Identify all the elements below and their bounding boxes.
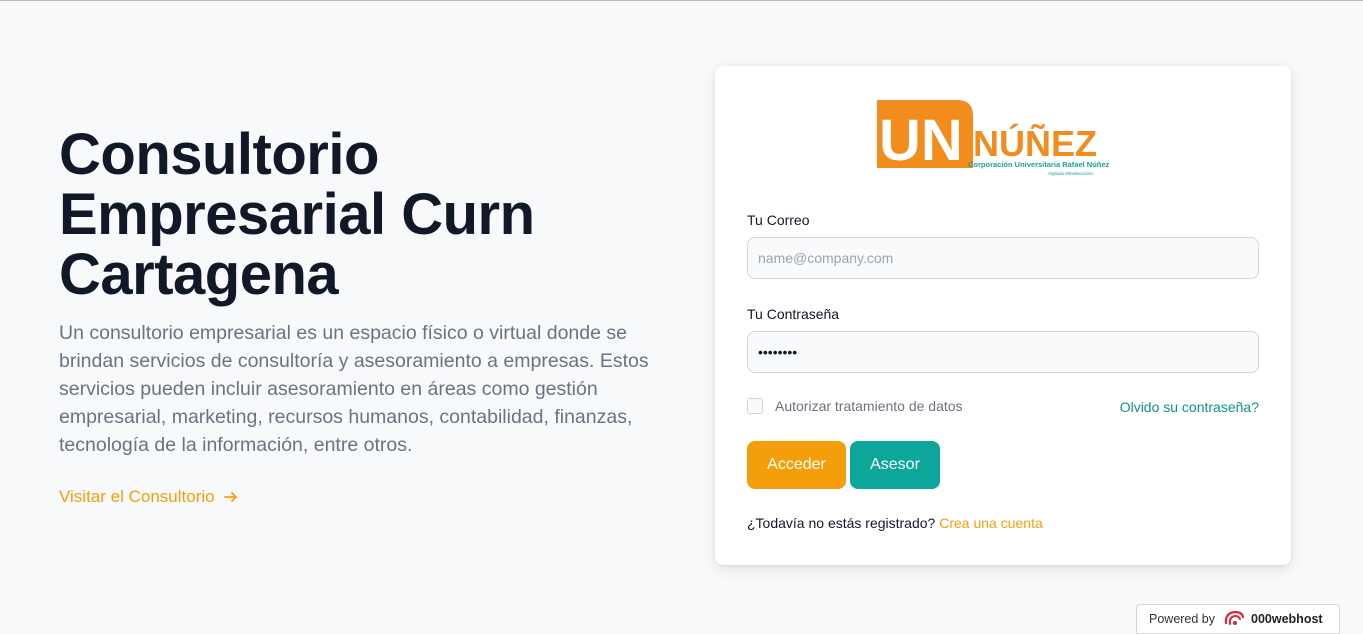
create-account-link[interactable]: Crea una cuenta bbox=[939, 515, 1043, 531]
acceder-button[interactable]: Acceder bbox=[747, 441, 846, 489]
webhost-brand: 000webhost bbox=[1251, 612, 1323, 626]
register-prompt: ¿Todavía no estás registrado? Crea una c… bbox=[747, 515, 1043, 531]
email-field[interactable] bbox=[747, 237, 1259, 279]
password-field[interactable] bbox=[747, 331, 1259, 373]
authorize-checkbox[interactable] bbox=[747, 398, 763, 414]
hero-description: Un consultorio empresarial es un espacio… bbox=[59, 322, 649, 456]
login-card: UN INÚÑEZ Corporación Universitaria Rafa… bbox=[715, 66, 1291, 565]
uninunez-logo: UN INÚÑEZ Corporación Universitaria Rafa… bbox=[877, 100, 1110, 176]
password-label: Tu Contraseña bbox=[747, 306, 840, 322]
svg-text:Vigilada Mineducación: Vigilada Mineducación bbox=[1048, 171, 1093, 176]
email-label: Tu Correo bbox=[747, 212, 810, 228]
arrow-right-icon bbox=[223, 492, 237, 502]
visit-consultorio-link[interactable]: Visitar el Consultorio bbox=[59, 487, 239, 507]
authorize-row: Autorizar tratamiento de datos bbox=[747, 398, 963, 414]
forgot-password-link[interactable]: Olvido su contraseña? bbox=[1120, 399, 1259, 415]
svg-text:UN: UN bbox=[879, 108, 963, 173]
powered-by-label: Powered by bbox=[1149, 612, 1216, 626]
register-text: ¿Todavía no estás registrado? bbox=[747, 515, 936, 531]
top-border bbox=[0, 0, 1363, 1]
webhost-logo-icon bbox=[1224, 610, 1245, 625]
svg-text:Corporación Universitaria Rafa: Corporación Universitaria Rafael Núñez bbox=[968, 160, 1110, 169]
visit-link-label: Visitar el Consultorio bbox=[59, 487, 215, 506]
hero-section: Consultorio Empresarial Curn Cartagena U… bbox=[59, 125, 659, 507]
authorize-label: Autorizar tratamiento de datos bbox=[775, 398, 963, 414]
svg-text:INÚÑEZ: INÚÑEZ bbox=[963, 122, 1097, 164]
powered-by-badge[interactable]: Powered by 000webhost bbox=[1136, 604, 1340, 634]
page-title: Consultorio Empresarial Curn Cartagena bbox=[59, 122, 535, 307]
asesor-button[interactable]: Asesor bbox=[850, 441, 940, 489]
